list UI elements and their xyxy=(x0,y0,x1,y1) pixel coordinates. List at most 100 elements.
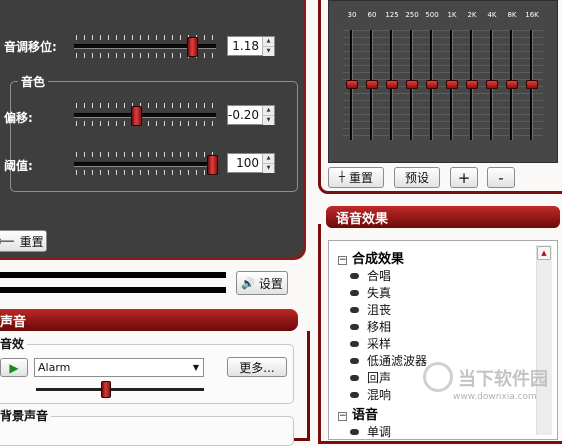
eq-band-slider-knob[interactable] xyxy=(506,80,518,89)
eq-add-button[interactable]: + xyxy=(450,167,478,188)
eq-band-slider-knob[interactable] xyxy=(366,80,378,89)
voice-tree-group-label: 合成效果 xyxy=(352,252,405,267)
spin-up-icon[interactable]: ▲ xyxy=(263,106,274,115)
watermark-url: www.downxia.com xyxy=(453,392,537,402)
eq-band-slider-knob[interactable] xyxy=(486,80,498,89)
offset-label: 偏移: xyxy=(4,111,33,125)
threshold-label: 阈值: xyxy=(4,159,33,173)
voice-tree-item-label: 采样 xyxy=(367,337,392,351)
voice-tree-item[interactable]: 单调 xyxy=(350,423,391,440)
offset-value[interactable]: -0.20 xyxy=(228,108,262,122)
voice-tree-item-label: 失真 xyxy=(367,286,392,300)
more-effects-label: 更多... xyxy=(239,360,275,375)
watermark-logo xyxy=(423,362,453,392)
pitch-shift-spinbox[interactable]: 1.18 ▲ ▼ xyxy=(227,36,275,56)
spin-down-icon[interactable]: ▼ xyxy=(263,46,274,56)
spin-up-icon[interactable]: ▲ xyxy=(263,154,274,163)
eq-band-slider-knob[interactable] xyxy=(526,80,538,89)
voice-tree-item[interactable]: 采样 xyxy=(350,335,391,352)
eq-band-label: 60 xyxy=(367,11,377,19)
effects-title: 音效 xyxy=(0,335,28,352)
offset-slider-track[interactable] xyxy=(74,113,216,118)
voice-tree-item[interactable]: 失真 xyxy=(350,284,391,301)
threshold-spinbox[interactable]: 100 ▲ ▼ xyxy=(227,153,275,173)
pitch-shift-value[interactable]: 1.18 xyxy=(228,39,262,53)
spin-down-icon[interactable]: ▼ xyxy=(263,115,274,125)
play-icon: ▶ xyxy=(9,360,19,375)
eq-remove-button[interactable]: - xyxy=(487,167,515,188)
voice-tree-group-label: 语音 xyxy=(352,408,379,423)
voice-tree-item[interactable]: 混响 xyxy=(350,386,391,403)
voice-tree-item-label: 移相 xyxy=(367,320,392,334)
pitch-shift-slider-knob[interactable] xyxy=(187,37,198,57)
spin-up-icon[interactable]: ▲ xyxy=(263,37,274,46)
effect-node-icon xyxy=(350,272,359,279)
eq-band-slider-knob[interactable] xyxy=(446,80,458,89)
play-effect-button[interactable]: ▶ xyxy=(0,358,28,377)
output-settings-label: 设置 xyxy=(258,276,283,291)
pitch-reset-button[interactable]: ⟵ 重置 xyxy=(0,230,47,252)
eq-band-label: 16K xyxy=(525,11,539,19)
eq-band-label: 8K xyxy=(507,11,517,19)
threshold-value[interactable]: 100 xyxy=(228,156,262,170)
voice-tree-item-label: 混响 xyxy=(367,388,392,402)
voice-list-scrollbar[interactable] xyxy=(536,245,552,435)
eq-reset-button[interactable]: ┼ 重置 xyxy=(328,167,384,188)
threshold-slider-track[interactable] xyxy=(74,162,216,167)
eq-band-label: 1K xyxy=(447,11,457,19)
offset-spinbox[interactable]: -0.20 ▲ ▼ xyxy=(227,105,275,125)
effect-volume-slider-knob[interactable] xyxy=(101,381,111,398)
voice-tree-item-label: 低通滤波器 xyxy=(367,354,428,368)
eq-band-slider-knob[interactable] xyxy=(406,80,418,89)
collapse-icon[interactable]: − xyxy=(338,256,347,265)
effect-node-icon xyxy=(350,357,359,364)
eq-band-label: 500 xyxy=(425,11,439,19)
voice-tree-group[interactable]: − 合成效果 xyxy=(338,248,404,267)
speaker-icon: 🔊 xyxy=(241,276,255,290)
voice-tree-item[interactable]: 移相 xyxy=(350,318,391,335)
voice-tree-item[interactable]: 合唱 xyxy=(350,267,391,284)
pitch-shift-label: 音调移位: xyxy=(4,40,57,54)
threshold-ticks-top xyxy=(76,152,216,157)
chevron-down-icon[interactable]: ▼ xyxy=(189,363,203,372)
eq-reset-label: 重置 xyxy=(349,171,374,185)
reset-arrow-icon: ⟵ xyxy=(0,234,15,248)
collapse-icon[interactable]: − xyxy=(338,412,347,421)
eq-preset-label: 预设 xyxy=(404,171,429,185)
eq-remove-label: - xyxy=(498,168,504,187)
level-meter-right xyxy=(0,287,226,293)
effect-volume-slider-track[interactable] xyxy=(36,388,204,391)
offset-ticks-bottom xyxy=(76,121,216,126)
effect-node-icon xyxy=(350,374,359,381)
eq-band-slider-knob[interactable] xyxy=(346,80,358,89)
output-settings-button[interactable]: 🔊 设置 xyxy=(236,271,288,295)
effect-select-value: Alarm xyxy=(38,361,71,374)
eq-band-slider-knob[interactable] xyxy=(386,80,398,89)
voice-tree-item-label: 单调 xyxy=(367,425,392,439)
offset-slider-knob[interactable] xyxy=(131,106,142,126)
effect-node-icon xyxy=(350,340,359,347)
voice-tree-item[interactable]: 回声 xyxy=(350,369,391,386)
sound-header: 声音 xyxy=(0,309,298,331)
timbre-title: 音色 xyxy=(18,73,49,90)
threshold-ticks-bottom xyxy=(76,170,216,175)
voice-tree-group[interactable]: − 语音 xyxy=(338,404,378,423)
eq-band-label: 4K xyxy=(487,11,497,19)
more-effects-button[interactable]: 更多... xyxy=(227,357,287,377)
pitch-reset-label: 重置 xyxy=(19,234,44,249)
eq-band-slider-knob[interactable] xyxy=(466,80,478,89)
voice-tree-item[interactable]: 低通滤波器 xyxy=(350,352,427,369)
voice-tree-item-label: 沮丧 xyxy=(367,303,392,317)
spin-down-icon[interactable]: ▼ xyxy=(263,163,274,173)
eq-band-label: 30 xyxy=(347,11,357,19)
threshold-slider-knob[interactable] xyxy=(207,155,218,175)
scroll-up-icon[interactable]: ▲ xyxy=(537,246,551,260)
eq-band-slider-knob[interactable] xyxy=(426,80,438,89)
eq-band-label: 2K xyxy=(467,11,477,19)
effect-node-icon xyxy=(350,428,359,435)
effect-node-icon xyxy=(350,323,359,330)
voice-effects-header: 语音效果 xyxy=(326,206,560,228)
effect-select[interactable]: Alarm ▼ xyxy=(34,358,204,377)
eq-preset-button[interactable]: 预设 xyxy=(394,167,440,188)
voice-tree-item[interactable]: 沮丧 xyxy=(350,301,391,318)
